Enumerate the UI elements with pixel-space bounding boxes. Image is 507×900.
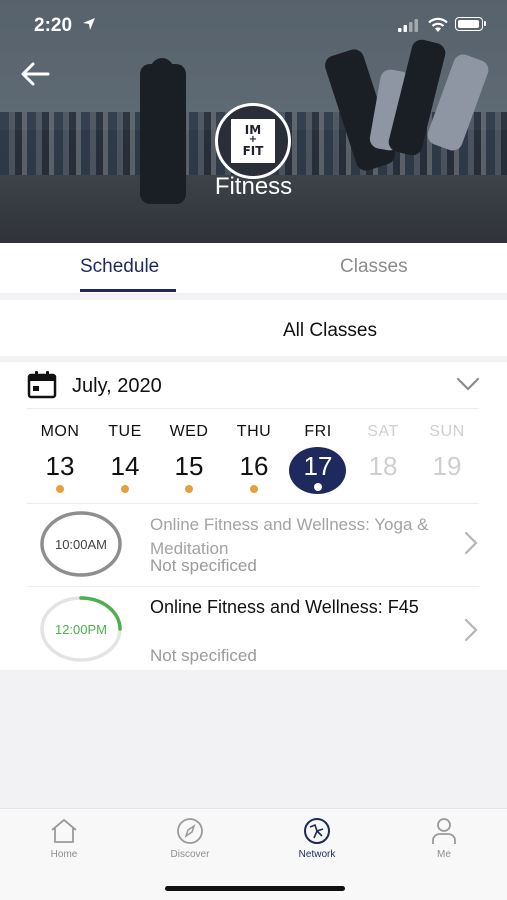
nav-home-label: Home	[50, 849, 78, 860]
day-date: 13	[45, 451, 75, 481]
month-label: July, 2020	[72, 375, 162, 397]
day-date: 16	[239, 451, 269, 481]
day-name: WED	[169, 423, 209, 440]
tab-classes[interactable]: Classes	[340, 256, 408, 278]
cellular-signal-icon	[398, 19, 418, 32]
event-title: Online Fitness and Wellness: Yoga & Medi…	[150, 515, 429, 558]
tab-schedule[interactable]: Schedule	[80, 256, 159, 278]
class-filter[interactable]: All Classes	[0, 300, 507, 356]
nav-discover[interactable]: Discover	[150, 817, 230, 860]
event-dot	[314, 483, 322, 491]
battery-icon	[455, 17, 486, 31]
home-indicator	[165, 886, 345, 891]
nav-discover-label: Discover	[170, 849, 210, 860]
day-name: MON	[40, 423, 80, 440]
event-dot	[56, 485, 64, 493]
day-name: SAT	[367, 423, 399, 440]
chevron-right-icon	[464, 618, 478, 642]
event-location: Not specificed	[150, 556, 257, 575]
day-date: 17	[303, 451, 333, 481]
schedule-card: July, 2020 MON 13 TUE 14 WED 15 THU 16 FRI 17 SAT 1…	[0, 362, 507, 670]
event-dot	[185, 485, 193, 493]
location-arrow-icon	[83, 18, 95, 30]
day-name: THU	[236, 423, 272, 440]
event-time: 10:00AM	[54, 537, 108, 552]
day-date: 14	[110, 451, 140, 481]
nav-home[interactable]: Home	[24, 817, 104, 860]
nav-network-label: Network	[298, 849, 336, 860]
day-date: 19	[432, 451, 462, 481]
status-bar: 2:20	[0, 0, 507, 52]
calendar-day[interactable]: SAT 18	[353, 423, 413, 482]
filter-label: All Classes	[283, 320, 377, 341]
time-ring: 12:00PM	[40, 596, 122, 662]
chevron-down-icon[interactable]	[456, 376, 480, 392]
club-logo: IM + FIT	[215, 103, 291, 179]
event-row[interactable]: 10:00AM Online Fitness and Wellness: Yog…	[0, 503, 507, 585]
event-dot	[121, 485, 129, 493]
calendar-icon	[27, 371, 57, 399]
chevron-right-icon	[464, 531, 478, 555]
calendar-day[interactable]: THU 16	[224, 423, 284, 493]
nav-me[interactable]: Me	[404, 817, 484, 860]
tab-bar: Schedule Classes	[0, 243, 507, 293]
wifi-icon	[428, 17, 448, 32]
compass-icon	[177, 818, 203, 844]
calendar-day[interactable]: TUE 14	[95, 423, 155, 493]
event-time: 12:00PM	[54, 622, 108, 637]
back-arrow-icon[interactable]	[18, 60, 52, 88]
calendar-day[interactable]: WED 15	[159, 423, 219, 493]
calendar-day[interactable]: SUN 19	[417, 423, 477, 482]
nav-network[interactable]: Network	[277, 817, 357, 860]
day-date: 15	[174, 451, 204, 481]
network-icon	[304, 818, 330, 844]
day-date: 18	[368, 451, 398, 481]
active-tab-indicator	[80, 289, 176, 292]
calendar-day[interactable]: FRI 17	[288, 423, 348, 494]
event-title: Online Fitness and Wellness: F45	[150, 597, 419, 617]
day-name: TUE	[108, 423, 142, 440]
event-location: Not specificed	[150, 646, 257, 665]
time-ring: 10:00AM	[40, 511, 122, 577]
day-name: FRI	[304, 423, 332, 440]
event-row[interactable]: 12:00PM Online Fitness and Wellness: F45…	[0, 588, 507, 670]
page-title: Fitness	[214, 173, 293, 200]
home-icon	[51, 819, 77, 843]
person-icon	[432, 818, 456, 844]
day-name: SUN	[429, 423, 465, 440]
nav-me-label: Me	[437, 849, 451, 860]
calendar-day[interactable]: MON 13	[30, 423, 90, 493]
event-dot	[250, 485, 258, 493]
status-time: 2:20	[34, 15, 73, 36]
